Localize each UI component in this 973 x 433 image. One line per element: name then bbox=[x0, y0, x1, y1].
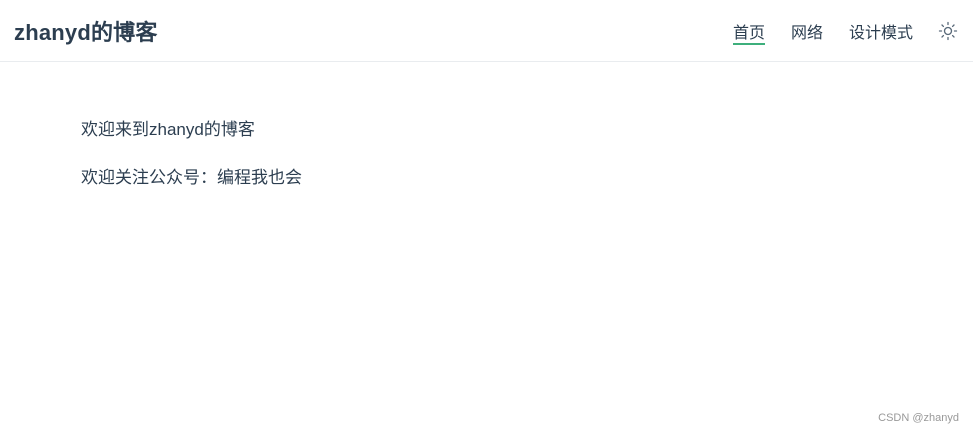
follow-account-text: 欢迎关注公众号：编程我也会 bbox=[81, 168, 302, 187]
nav-link-home[interactable]: 首页 bbox=[732, 0, 765, 62]
theme-toggle-button[interactable] bbox=[937, 20, 959, 42]
nav-link-design-patterns[interactable]: 设计模式 bbox=[849, 0, 913, 62]
top-navbar: zhanyd的博客 首页 网络 设计模式 bbox=[0, 0, 973, 62]
site-title-link[interactable]: zhanyd的博客 bbox=[14, 15, 158, 47]
page: zhanyd的博客 首页 网络 设计模式 欢迎来到zhanyd的博客 欢迎关注公… bbox=[0, 0, 973, 433]
csdn-watermark: CSDN @zhanyd bbox=[878, 412, 959, 424]
main-content: 欢迎来到zhanyd的博客 欢迎关注公众号：编程我也会 bbox=[81, 118, 302, 214]
nav-menu: 首页 网络 设计模式 bbox=[732, 0, 959, 62]
sun-icon bbox=[938, 21, 958, 40]
nav-link-network[interactable]: 网络 bbox=[791, 0, 823, 62]
welcome-text: 欢迎来到zhanyd的博客 bbox=[81, 120, 255, 139]
